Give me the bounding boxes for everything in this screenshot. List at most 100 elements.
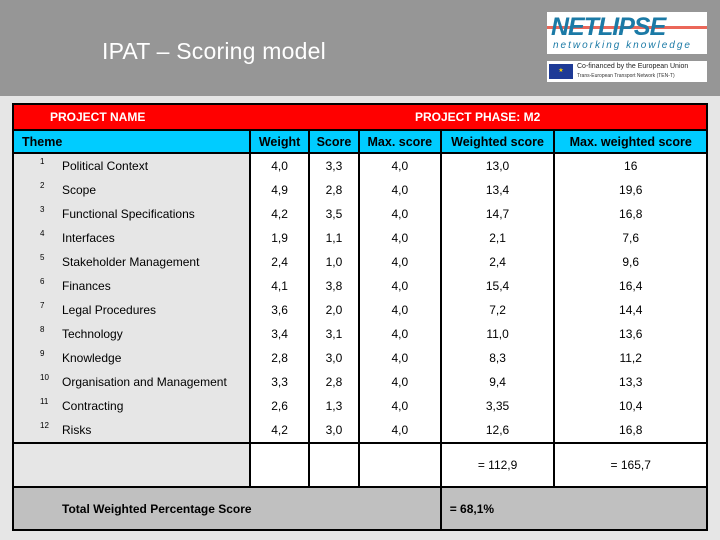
weight-cell: 4,2 (249, 418, 311, 443)
table-row: 1 Political Context 4,0 3,3 4,0 13,0 16 (11, 153, 708, 178)
row-number: 4 (40, 229, 45, 238)
score-cell: 3,0 (308, 346, 360, 370)
table-row: 3 Functional Specifications 4,2 3,5 4,0 14,7 1… (11, 202, 708, 226)
theme-label: Technology (62, 327, 123, 341)
weight-cell: 1,9 (249, 226, 311, 250)
score-cell: 2,8 (308, 178, 360, 202)
max-score-cell: 4,0 (357, 298, 442, 322)
max-weighted-score-cell: 16,8 (553, 202, 708, 226)
max-score-cell: 4,0 (357, 178, 442, 202)
weight-cell: 2,4 (249, 250, 311, 274)
theme-cell: 7 Legal Procedures (11, 298, 252, 322)
max-score-cell: 4,0 (357, 153, 442, 178)
max-weighted-score-cell: 16 (553, 153, 708, 178)
table-row: 2 Scope 4,9 2,8 4,0 13,4 19,6 (11, 178, 708, 202)
row-number: 11 (40, 397, 49, 406)
logo-name: NETLIPSE (551, 13, 666, 41)
score-cell: 3,8 (308, 274, 360, 298)
theme-label: Scope (62, 183, 97, 197)
weighted-score-cell: 2,4 (439, 250, 556, 274)
eu-cofinanced-badge: ★ Co-financed by the European Union Tran… (547, 61, 707, 82)
weight-cell: 4,9 (249, 178, 311, 202)
theme-label: Risks (62, 423, 92, 437)
theme-cell: 5 Stakeholder Management (11, 250, 252, 274)
max-weighted-score-cell: 16,8 (553, 418, 708, 443)
sum-blank (249, 442, 311, 488)
eu-line-1: Co-financed by the European Union (577, 63, 689, 70)
theme-label: Finances (62, 279, 111, 293)
weight-cell: 2,6 (249, 394, 311, 418)
row-number: 7 (40, 301, 45, 310)
table-row: 6 Finances 4,1 3,8 4,0 15,4 16,4 (11, 274, 708, 298)
row-number: 1 (40, 157, 45, 166)
theme-label: Interfaces (62, 231, 115, 245)
table-row: 8 Technology 3,4 3,1 4,0 11,0 13,6 (11, 322, 708, 346)
theme-cell: 8 Technology (11, 322, 252, 346)
table-row: 10 Organisation and Management 3,3 2,8 4,0 9,… (11, 370, 708, 394)
eu-line-2: Trans-European Transport Network (TEN-T) (577, 73, 675, 79)
theme-label: Contracting (62, 399, 124, 413)
theme-cell: 11 Contracting (11, 394, 252, 418)
max-score-cell: 4,0 (357, 250, 442, 274)
score-cell: 2,8 (308, 370, 360, 394)
weight-cell: 4,2 (249, 202, 311, 226)
col-theme: Theme (11, 129, 252, 154)
total-label: Total Weighted Percentage Score (12, 486, 442, 531)
max-score-cell: 4,0 (357, 418, 442, 443)
max-weighted-score-cell: 10,4 (553, 394, 708, 418)
weighted-score-cell: 14,7 (439, 202, 556, 226)
weight-cell: 3,3 (249, 370, 311, 394)
weight-cell: 4,1 (249, 274, 311, 298)
max-weighted-score-cell: 14,4 (553, 298, 708, 322)
sum-row: = 112,9 = 165,7 (11, 442, 708, 488)
netlipse-logo: NETLIPSE networking knowledge (547, 12, 707, 54)
weighted-score-cell: 13,0 (439, 153, 556, 178)
logo-tagline: networking knowledge (553, 40, 692, 51)
max-weighted-score-cell: 9,6 (553, 250, 708, 274)
table-row: 5 Stakeholder Management 2,4 1,0 4,0 2,4 9,6 (11, 250, 708, 274)
row-number: 5 (40, 253, 45, 262)
row-number: 2 (40, 181, 45, 190)
row-number: 9 (40, 349, 45, 358)
row-number: 3 (40, 205, 45, 214)
sum-blank (11, 442, 252, 488)
sum-blank (308, 442, 360, 488)
sum-weighted: = 112,9 (439, 442, 556, 488)
sum-max-weighted: = 165,7 (553, 442, 708, 488)
score-cell: 3,0 (308, 418, 360, 443)
max-weighted-score-cell: 16,4 (553, 274, 708, 298)
row-number: 8 (40, 325, 45, 334)
max-weighted-score-cell: 13,6 (553, 322, 708, 346)
row-number: 12 (40, 421, 49, 430)
weighted-score-cell: 8,3 (439, 346, 556, 370)
table-row: 9 Knowledge 2,8 3,0 4,0 8,3 11,2 (11, 346, 708, 370)
weight-cell: 2,8 (249, 346, 311, 370)
score-cell: 3,5 (308, 202, 360, 226)
table-row: 12 Risks 4,2 3,0 4,0 12,6 16,8 (11, 418, 708, 443)
total-value: = 68,1% (439, 486, 709, 531)
score-cell: 1,1 (308, 226, 360, 250)
weighted-score-cell: 2,1 (439, 226, 556, 250)
max-weighted-score-cell: 11,2 (553, 346, 708, 370)
theme-label: Organisation and Management (62, 375, 227, 389)
max-score-cell: 4,0 (357, 226, 442, 250)
max-score-cell: 4,0 (357, 394, 442, 418)
project-phase-label: PROJECT PHASE: M2 (358, 103, 709, 130)
row-number: 6 (40, 277, 45, 286)
row-number: 10 (40, 373, 49, 382)
column-header-row: Theme Weight Score Max. score Weighted s… (11, 129, 708, 154)
theme-label: Functional Specifications (62, 207, 195, 221)
page-title: IPAT – Scoring model (102, 38, 326, 64)
max-weighted-score-cell: 13,3 (553, 370, 708, 394)
total-row: Total Weighted Percentage Score = 68,1% (12, 486, 709, 531)
weight-cell: 4,0 (249, 153, 311, 178)
project-name-label: PROJECT NAME (12, 103, 359, 130)
weighted-score-cell: 12,6 (439, 418, 556, 443)
project-header-row: PROJECT NAME PROJECT PHASE: M2 (12, 103, 709, 130)
weighted-score-cell: 7,2 (439, 298, 556, 322)
score-cell: 2,0 (308, 298, 360, 322)
table-row: 4 Interfaces 1,9 1,1 4,0 2,1 7,6 (11, 226, 708, 250)
max-score-cell: 4,0 (357, 346, 442, 370)
weighted-score-cell: 11,0 (439, 322, 556, 346)
weighted-score-cell: 15,4 (439, 274, 556, 298)
